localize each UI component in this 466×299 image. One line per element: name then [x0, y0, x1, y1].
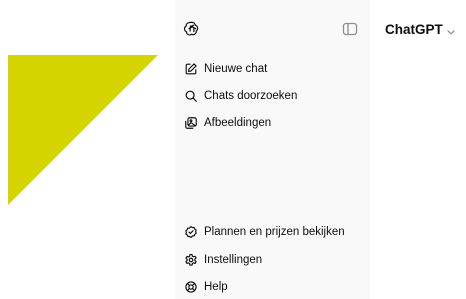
sidebar-item-settings[interactable]: Instellingen: [175, 248, 365, 272]
images-icon: [184, 116, 198, 130]
sidebar-item-images[interactable]: Afbeeldingen: [175, 111, 365, 135]
model-name: ChatGPT: [385, 21, 443, 37]
decorative-triangle: [8, 55, 158, 205]
openai-logo-icon[interactable]: [183, 20, 201, 38]
gear-icon: [184, 253, 198, 267]
sidebar-toggle-icon[interactable]: [341, 20, 359, 38]
search-icon: [184, 89, 198, 103]
sidebar-header: [175, 0, 370, 58]
sidebar-item-new-chat[interactable]: Nieuwe chat: [175, 57, 365, 81]
badge-check-icon: [184, 225, 198, 239]
chevron-down-icon: [446, 24, 456, 35]
sidebar-item-label: Instellingen: [204, 254, 263, 266]
sidebar-item-label: Nieuwe chat: [204, 63, 268, 75]
sidebar-item-label: Chats doorzoeken: [204, 90, 298, 102]
pencil-square-icon: [184, 62, 198, 76]
sidebar-item-search-chats[interactable]: Chats doorzoeken: [175, 84, 365, 108]
sidebar-item-label: Plannen en prijzen bekijken: [204, 226, 345, 238]
lifebuoy-icon: [184, 280, 198, 294]
model-selector[interactable]: ChatGPT: [385, 18, 456, 40]
sidebar-item-plans[interactable]: Plannen en prijzen bekijken: [175, 220, 365, 244]
sidebar-item-label: Afbeeldingen: [204, 117, 272, 129]
sidebar-item-label: Help: [204, 281, 228, 293]
sidebar-item-help[interactable]: Help: [175, 275, 365, 299]
sidebar: Nieuwe chat Chats doorzoeken Afbeeldinge…: [175, 0, 370, 299]
